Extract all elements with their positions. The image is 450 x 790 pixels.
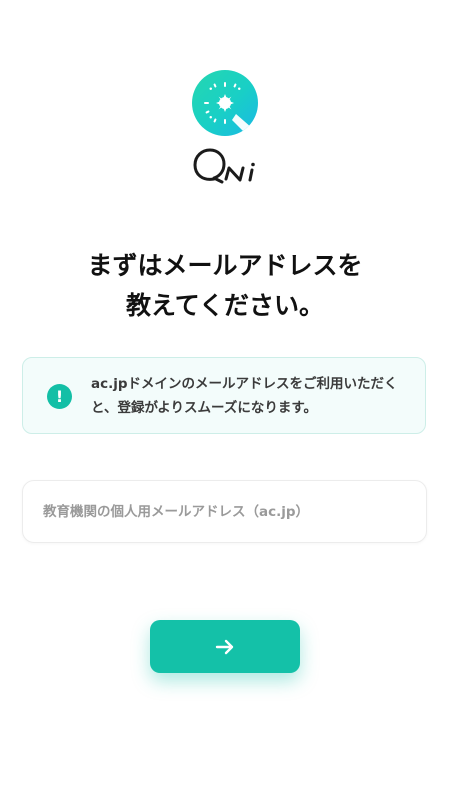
info-notice: ! ac.jpドメインのメールアドレスをご利用いただくと、登録がよりスムーズにな… xyxy=(22,357,426,434)
page-title-line-1: まずはメールアドレスを xyxy=(87,251,363,280)
sparkle-badge-icon xyxy=(204,82,258,136)
notice-text: ac.jpドメインのメールアドレスをご利用いただくと、登録がよりスムーズになりま… xyxy=(91,376,398,416)
page-title-line-2: 教えてください。 xyxy=(125,291,324,320)
next-button[interactable] xyxy=(150,620,300,673)
app-logo xyxy=(192,70,258,136)
brand-wordmark xyxy=(192,146,260,186)
arrow-right-icon xyxy=(215,639,234,654)
exclamation-circle-icon: ! xyxy=(47,384,72,409)
page-title: まずはメールアドレスを 教えてください。 xyxy=(0,246,450,326)
email-input[interactable] xyxy=(22,480,427,543)
